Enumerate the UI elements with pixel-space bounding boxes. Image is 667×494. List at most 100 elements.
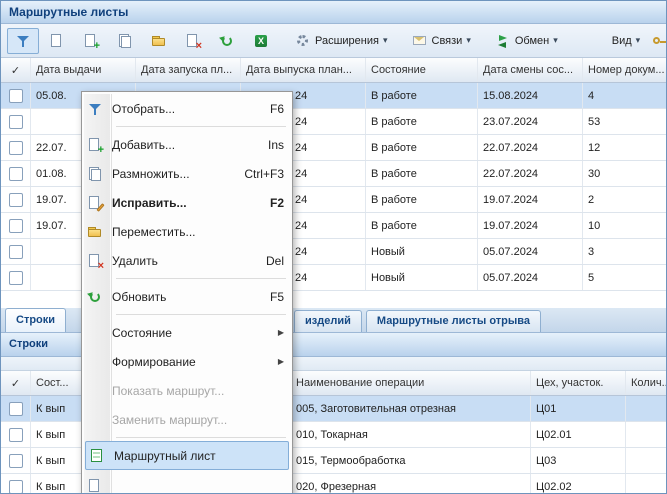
open-folder-button[interactable] bbox=[143, 28, 175, 54]
settings-button[interactable] bbox=[644, 28, 667, 54]
row-checkbox[interactable] bbox=[9, 402, 23, 416]
menu-item-icon-slot bbox=[87, 354, 103, 370]
route-cell: В работе bbox=[366, 135, 478, 160]
route-cell: 12 bbox=[583, 135, 667, 160]
row-checkbox[interactable] bbox=[9, 219, 23, 233]
menu-item-shortcut: F6 bbox=[260, 102, 284, 116]
funnel-icon bbox=[87, 101, 103, 117]
line-select-all-header[interactable]: ✓ bbox=[1, 371, 31, 395]
row-checkbox[interactable] bbox=[9, 193, 23, 207]
window-title: Маршрутные листы bbox=[1, 1, 666, 24]
delete-document-button[interactable] bbox=[177, 28, 209, 54]
route-column-header[interactable]: Дата выдачи bbox=[31, 58, 136, 82]
route-cell: 5 bbox=[583, 265, 667, 290]
refresh-icon bbox=[219, 33, 235, 49]
menu-item-icon-slot bbox=[87, 383, 103, 399]
new-document-button[interactable] bbox=[41, 28, 73, 54]
route-cell: 30 bbox=[583, 161, 667, 186]
menu-item-label: Переместить... bbox=[112, 225, 284, 239]
menu-item-shortcut: F5 bbox=[260, 290, 284, 304]
tab-2[interactable]: изделий bbox=[294, 310, 362, 332]
menu-item-label: Удалить bbox=[112, 254, 247, 268]
menu-item[interactable]: Переместить... bbox=[84, 217, 290, 246]
route-cell: 53 bbox=[583, 109, 667, 134]
filter-button[interactable] bbox=[7, 28, 39, 54]
line-cell bbox=[626, 448, 667, 473]
menu-separator bbox=[116, 437, 286, 438]
line-checkbox-cell bbox=[1, 422, 31, 447]
tab-1[interactable]: Строки bbox=[5, 308, 66, 332]
menu-item[interactable]: Формирование▶ bbox=[84, 347, 290, 376]
menu-item[interactable]: Размножить...Ctrl+F3 bbox=[84, 159, 290, 188]
doc-plus-icon bbox=[83, 33, 99, 49]
view-menu[interactable]: Вид ▾ bbox=[608, 28, 644, 54]
line-cell: 015, Термообработка bbox=[291, 448, 531, 473]
links-menu[interactable]: Связи▾ bbox=[408, 28, 475, 54]
menu-item-label: Отобрать... bbox=[112, 102, 251, 116]
menu-item-label: Показать маршрут... bbox=[112, 384, 284, 398]
row-checkbox[interactable] bbox=[9, 141, 23, 155]
route-checkbox-cell bbox=[1, 265, 31, 290]
menu-item: Заменить маршрут... bbox=[84, 405, 290, 434]
excel-export-button[interactable] bbox=[245, 28, 277, 54]
line-column-header[interactable]: Колич... bbox=[626, 371, 667, 395]
row-checkbox[interactable] bbox=[9, 245, 23, 259]
caret-down-icon: ▾ bbox=[636, 35, 641, 46]
route-cell: В работе bbox=[366, 213, 478, 238]
row-checkbox[interactable] bbox=[9, 89, 23, 103]
route-column-header[interactable]: Дата запуска пл... bbox=[136, 58, 241, 82]
menu-item-icon-slot bbox=[87, 412, 103, 428]
route-cell: 2 bbox=[583, 187, 667, 212]
line-column-header[interactable]: Цех, участок. bbox=[531, 371, 626, 395]
row-checkbox[interactable] bbox=[9, 115, 23, 129]
row-checkbox[interactable] bbox=[9, 454, 23, 468]
view-menu-label: Вид bbox=[612, 35, 632, 47]
route-select-all-header[interactable]: ✓ bbox=[1, 58, 31, 82]
menu-item[interactable]: Состояние▶ bbox=[84, 318, 290, 347]
menu-item: Показать маршрут... bbox=[84, 376, 290, 405]
funnel-icon bbox=[15, 33, 31, 49]
folder-icon bbox=[87, 224, 103, 240]
refresh-button[interactable] bbox=[211, 28, 243, 54]
links-menu-label: Связи bbox=[432, 35, 463, 47]
menu-item-label: Добавить... bbox=[112, 138, 249, 152]
line-cell bbox=[626, 396, 667, 421]
menu-item[interactable]: Добавить...Ins bbox=[84, 130, 290, 159]
exchange-menu[interactable]: Обмен▾ bbox=[491, 28, 562, 54]
folder-icon bbox=[151, 33, 167, 49]
row-checkbox[interactable] bbox=[9, 480, 23, 494]
extensions-menu[interactable]: Расширения▾ bbox=[291, 28, 392, 54]
route-checkbox-cell bbox=[1, 135, 31, 160]
menu-item[interactable]: УдалитьDel bbox=[84, 246, 290, 275]
menu-item-label: Заменить маршрут... bbox=[112, 413, 284, 427]
line-column-header[interactable]: Наименование операции bbox=[291, 371, 531, 395]
menu-item[interactable]: ОбновитьF5 bbox=[84, 282, 290, 311]
menu-item[interactable] bbox=[84, 471, 290, 494]
context-menu: Отобрать... F6 Добавить...InsРазмножить...… bbox=[81, 91, 293, 494]
row-checkbox[interactable] bbox=[9, 271, 23, 285]
row-checkbox[interactable] bbox=[9, 428, 23, 442]
caret-down-icon: ▾ bbox=[383, 35, 388, 46]
route-cell: 19.07.2024 bbox=[478, 213, 583, 238]
key-icon bbox=[652, 33, 667, 49]
add-document-button[interactable] bbox=[75, 28, 107, 54]
doc-new-icon bbox=[87, 478, 103, 494]
exchange-menu-label: Обмен bbox=[515, 35, 549, 47]
refresh-icon bbox=[87, 289, 103, 305]
row-checkbox[interactable] bbox=[9, 167, 23, 181]
menu-item[interactable]: Исправить...F2 bbox=[84, 188, 290, 217]
route-cell: 22.07.2024 bbox=[478, 161, 583, 186]
route-column-header[interactable]: Дата смены сос... bbox=[478, 58, 583, 82]
menu-separator bbox=[116, 278, 286, 279]
route-cell: 05.07.2024 bbox=[478, 239, 583, 264]
doc-copy-icon bbox=[87, 166, 103, 182]
copy-document-button[interactable] bbox=[109, 28, 141, 54]
route-column-header[interactable]: Состояние bbox=[366, 58, 478, 82]
tab-3[interactable]: Маршрутные листы отрыва bbox=[366, 310, 541, 332]
route-cell: В работе bbox=[366, 83, 478, 108]
route-column-header[interactable]: Дата выпуска план... bbox=[241, 58, 366, 82]
menu-item-label: Исправить... bbox=[112, 196, 251, 210]
route-column-header[interactable]: Номер докум... bbox=[583, 58, 667, 82]
menu-item[interactable]: Маршрутный лист bbox=[85, 441, 289, 470]
menu-item[interactable]: Отобрать... F6 bbox=[84, 94, 290, 123]
